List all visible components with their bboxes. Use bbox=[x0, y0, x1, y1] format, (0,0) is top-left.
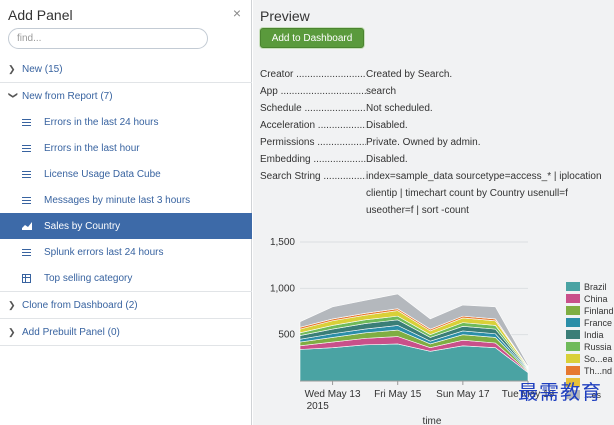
x-tick-label: Sun May 17 bbox=[436, 389, 490, 400]
report-item-sales-by-country[interactable]: Sales by Country bbox=[0, 213, 252, 239]
report-item-errors-hour[interactable]: Errors in the last hour bbox=[0, 135, 252, 161]
group-label: New (15) bbox=[22, 63, 63, 75]
prop-value: Disabled. bbox=[366, 154, 408, 165]
prop-value: Created by Search. bbox=[366, 69, 453, 80]
group-new-from-report[interactable]: ❯ New from Report (7) bbox=[0, 83, 252, 109]
legend-swatch bbox=[566, 306, 580, 315]
legend-swatch bbox=[566, 342, 580, 351]
prop-value: Not scheduled. bbox=[366, 103, 433, 114]
legend-swatch bbox=[566, 330, 580, 339]
list-icon bbox=[22, 196, 31, 204]
report-item-label: Sales by Country bbox=[44, 220, 121, 232]
report-item-label: Errors in the last 24 hours bbox=[44, 116, 159, 128]
area-chart-icon bbox=[22, 222, 32, 230]
x-tick-sublabel: 2015 bbox=[307, 401, 330, 412]
report-item-messages-by-minute[interactable]: Messages by minute last 3 hours bbox=[0, 187, 252, 213]
prop-schedule: Schedule ............................. N… bbox=[260, 100, 606, 117]
legend-label: India bbox=[584, 330, 604, 340]
prop-search-string: Search String ................... index=… bbox=[260, 168, 606, 219]
legend-label: Finland bbox=[584, 306, 614, 316]
group-clone-from-dashboard[interactable]: ❯ Clone from Dashboard (2) bbox=[0, 292, 252, 318]
legend-label: So...ea bbox=[584, 354, 613, 364]
report-item-label: Messages by minute last 3 hours bbox=[44, 194, 191, 206]
legend-swatch bbox=[566, 282, 580, 291]
y-tick-label: 1,000 bbox=[270, 283, 295, 294]
chevron-right-icon: ❯ bbox=[8, 326, 16, 337]
prop-value: Private. Owned by admin. bbox=[366, 137, 481, 148]
legend-label: China bbox=[584, 294, 608, 304]
prop-key: Permissions ........................ bbox=[260, 137, 366, 148]
group-label: Clone from Dashboard (2) bbox=[22, 299, 138, 311]
list-icon bbox=[22, 248, 31, 256]
legend-swatch bbox=[566, 366, 580, 375]
legend-label: France bbox=[584, 318, 612, 328]
list-icon bbox=[22, 118, 31, 126]
y-tick-label: 1,500 bbox=[270, 237, 295, 248]
legend-swatch bbox=[566, 354, 580, 363]
y-tick-label: 500 bbox=[278, 330, 295, 341]
x-tick-label: Fri May 15 bbox=[374, 389, 422, 400]
prop-value: index=sample_data sourcetype=access_* | … bbox=[366, 171, 602, 216]
prop-value: Disabled. bbox=[366, 120, 408, 131]
report-item-label: Splunk errors last 24 hours bbox=[44, 246, 164, 258]
report-properties: Creator ............................... … bbox=[260, 66, 606, 219]
add-to-dashboard-button[interactable]: Add to Dashboard bbox=[260, 28, 364, 48]
prop-key: Search String ................... bbox=[260, 171, 366, 182]
close-icon[interactable]: × bbox=[233, 5, 241, 21]
legend-swatch bbox=[566, 318, 580, 327]
search-wrap bbox=[0, 28, 251, 49]
prop-key: Creator ............................... bbox=[260, 69, 366, 80]
legend-label: Russia bbox=[584, 342, 612, 352]
legend-label: Brazil bbox=[584, 282, 607, 292]
report-item-top-selling[interactable]: Top selling category bbox=[0, 265, 252, 291]
prop-key: Embedding .......................... bbox=[260, 154, 366, 165]
prop-acceleration: Acceleration ....................... Dis… bbox=[260, 117, 606, 134]
report-item-label: Top selling category bbox=[44, 272, 133, 284]
prop-key: Schedule ............................. bbox=[260, 103, 366, 114]
report-item-errors-24h[interactable]: Errors in the last 24 hours bbox=[0, 109, 252, 135]
preview-title: Preview bbox=[260, 8, 310, 24]
add-panel-sidebar: Add Panel × ❯ New (15) ❯ New from Report… bbox=[0, 0, 252, 425]
group-label: Add Prebuilt Panel (0) bbox=[22, 326, 120, 338]
prop-embedding: Embedding .......................... Dis… bbox=[260, 151, 606, 168]
chevron-right-icon: ❯ bbox=[8, 299, 16, 310]
panel-tree: ❯ New (15) ❯ New from Report (7) Errors … bbox=[0, 56, 252, 346]
prop-value: search bbox=[366, 86, 397, 97]
group-add-prebuilt-panel[interactable]: ❯ Add Prebuilt Panel (0) bbox=[0, 319, 252, 345]
report-item-label: Errors in the last hour bbox=[44, 142, 140, 154]
add-panel-title: Add Panel bbox=[8, 7, 73, 23]
prop-creator: Creator ............................... … bbox=[260, 66, 606, 83]
x-axis-label: time bbox=[423, 416, 442, 425]
prop-key: Acceleration ....................... bbox=[260, 120, 366, 131]
legend-swatch bbox=[566, 294, 580, 303]
x-tick-label: Wed May 13 bbox=[305, 389, 361, 400]
group-new[interactable]: ❯ New (15) bbox=[0, 56, 252, 82]
chevron-right-icon: ❯ bbox=[8, 63, 16, 74]
preview-pane: Preview Add to Dashboard Creator .......… bbox=[253, 0, 614, 425]
list-icon bbox=[22, 144, 31, 152]
prop-permissions: Permissions ........................ Pri… bbox=[260, 134, 606, 151]
watermark: 最需教育 bbox=[518, 380, 602, 404]
area-series-Brazil bbox=[299, 343, 529, 382]
report-item-label: License Usage Data Cube bbox=[44, 168, 161, 180]
group-label: New from Report (7) bbox=[22, 90, 113, 102]
report-item-splunk-errors[interactable]: Splunk errors last 24 hours bbox=[0, 239, 252, 265]
table-icon bbox=[22, 273, 31, 283]
list-icon bbox=[22, 170, 31, 178]
chevron-down-icon: ❯ bbox=[8, 91, 19, 99]
prop-app: App ....................................… bbox=[260, 83, 606, 100]
divider bbox=[0, 345, 252, 346]
report-item-license-usage[interactable]: License Usage Data Cube bbox=[0, 161, 252, 187]
legend-label: Th...nd bbox=[584, 366, 612, 376]
search-input[interactable] bbox=[8, 28, 208, 49]
prop-key: App ....................................… bbox=[260, 86, 366, 97]
add-panel-header: Add Panel × bbox=[0, 0, 251, 28]
